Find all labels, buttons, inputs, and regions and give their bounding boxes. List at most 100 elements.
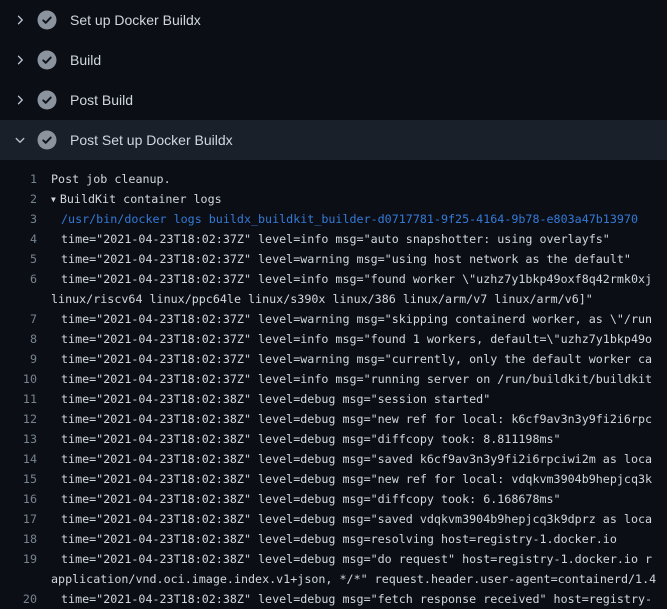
log-line: application/vnd.oci.image.index.v1+json,… <box>0 569 667 589</box>
log-text: Post job cleanup. <box>51 172 171 186</box>
log-text: time="2021-04-23T18:02:38Z" level=debug … <box>61 412 652 426</box>
log-line-text: time="2021-04-23T18:02:38Z" level=debug … <box>37 449 652 469</box>
log-text: application/vnd.oci.image.index.v1+json,… <box>51 572 656 586</box>
log-line-text: time="2021-04-23T18:02:38Z" level=debug … <box>37 589 652 609</box>
log-line-text: time="2021-04-23T18:02:38Z" level=debug … <box>37 409 652 429</box>
log-line: 7 time="2021-04-23T18:02:37Z" level=warn… <box>0 309 667 329</box>
log-line-number[interactable]: 13 <box>0 429 37 449</box>
group-toggle-icon[interactable]: ▼ <box>51 190 56 210</box>
log-text: time="2021-04-23T18:02:37Z" level=info m… <box>61 232 610 246</box>
log-line-text: time="2021-04-23T18:02:37Z" level=info m… <box>37 229 610 249</box>
log-line-number[interactable]: 18 <box>0 529 37 549</box>
step-label: Post Set up Docker Buildx <box>70 132 233 148</box>
log-line: 2 ▼ BuildKit container logs <box>0 189 667 209</box>
log-line-text: time="2021-04-23T18:02:38Z" level=debug … <box>37 529 617 549</box>
log-line: 4 time="2021-04-23T18:02:37Z" level=info… <box>0 229 667 249</box>
log-line-number[interactable]: 19 <box>0 549 37 569</box>
log-line-text: linux/riscv64 linux/ppc64le linux/s390x … <box>37 289 593 309</box>
log-line: 14 time="2021-04-23T18:02:38Z" level=deb… <box>0 449 667 469</box>
log-line-text: time="2021-04-23T18:02:38Z" level=debug … <box>37 469 652 489</box>
log-line: linux/riscv64 linux/ppc64le linux/s390x … <box>0 289 667 309</box>
log-line: 10 time="2021-04-23T18:02:37Z" level=inf… <box>0 369 667 389</box>
log-text: time="2021-04-23T18:02:38Z" level=debug … <box>61 392 490 406</box>
log-line-text: time="2021-04-23T18:02:38Z" level=debug … <box>37 509 652 529</box>
log-line-number[interactable]: 15 <box>0 469 37 489</box>
log-line: 19 time="2021-04-23T18:02:38Z" level=deb… <box>0 549 667 569</box>
log-line-number[interactable]: 11 <box>0 389 37 409</box>
check-circle-icon <box>37 90 57 110</box>
log-line-text: Post job cleanup. <box>37 169 171 189</box>
chevron-right-icon[interactable] <box>12 52 28 68</box>
log-line: 5 time="2021-04-23T18:02:37Z" level=warn… <box>0 249 667 269</box>
log-line-text: application/vnd.oci.image.index.v1+json,… <box>37 569 656 589</box>
step-row[interactable]: Set up Docker Buildx <box>0 0 667 40</box>
log-line: 8 time="2021-04-23T18:02:37Z" level=info… <box>0 329 667 349</box>
log-line: 17 time="2021-04-23T18:02:38Z" level=deb… <box>0 509 667 529</box>
log-text: time="2021-04-23T18:02:37Z" level=warnin… <box>61 252 631 266</box>
log-line-text: time="2021-04-23T18:02:37Z" level=info m… <box>37 269 652 289</box>
log-line-number[interactable]: 14 <box>0 449 37 469</box>
log-line: 15 time="2021-04-23T18:02:38Z" level=deb… <box>0 469 667 489</box>
log-text: time="2021-04-23T18:02:37Z" level=warnin… <box>61 312 652 326</box>
log-line-number[interactable]: 17 <box>0 509 37 529</box>
log-line-text: time="2021-04-23T18:02:38Z" level=debug … <box>37 489 561 509</box>
log-line-text: time="2021-04-23T18:02:38Z" level=debug … <box>37 429 561 449</box>
check-circle-icon <box>37 50 57 70</box>
log-text: time="2021-04-23T18:02:37Z" level=info m… <box>61 332 652 346</box>
check-circle-icon <box>37 130 57 150</box>
chevron-right-icon[interactable] <box>12 12 28 28</box>
log-text: BuildKit container logs <box>60 192 222 206</box>
log-text: linux/riscv64 linux/ppc64le linux/s390x … <box>51 292 593 306</box>
log-line: 6 time="2021-04-23T18:02:37Z" level=info… <box>0 269 667 289</box>
log-line: 16 time="2021-04-23T18:02:38Z" level=deb… <box>0 489 667 509</box>
log-line-text: time="2021-04-23T18:02:37Z" level=warnin… <box>37 249 631 269</box>
steps-list: Set up Docker Buildx Build Post Buil <box>0 0 667 160</box>
log-line-number[interactable]: 7 <box>0 309 37 329</box>
log-text: time="2021-04-23T18:02:37Z" level=warnin… <box>61 352 652 366</box>
log-line-text: time="2021-04-23T18:02:37Z" level=info m… <box>37 369 652 389</box>
log-text: time="2021-04-23T18:02:37Z" level=info m… <box>61 272 652 286</box>
check-circle-icon <box>37 10 57 30</box>
log-line: 9 time="2021-04-23T18:02:37Z" level=warn… <box>0 349 667 369</box>
log-line: 3 /usr/bin/docker logs buildx_buildkit_b… <box>0 209 667 229</box>
log-line-number[interactable]: 9 <box>0 349 37 369</box>
log-line-text: /usr/bin/docker logs buildx_buildkit_bui… <box>37 209 638 229</box>
log-line: 1 Post job cleanup. <box>0 169 667 189</box>
step-label: Build <box>70 52 101 68</box>
log-line-number[interactable]: 2 <box>0 189 37 209</box>
log-text: /usr/bin/docker logs buildx_buildkit_bui… <box>61 212 638 226</box>
log-text: time="2021-04-23T18:02:38Z" level=debug … <box>61 512 652 526</box>
log-line-number[interactable]: 12 <box>0 409 37 429</box>
step-row[interactable]: Build <box>0 40 667 80</box>
log-line: 12 time="2021-04-23T18:02:38Z" level=deb… <box>0 409 667 429</box>
log-line-text[interactable]: ▼ BuildKit container logs <box>37 189 222 209</box>
log-line-number[interactable]: 6 <box>0 269 37 289</box>
log-text: time="2021-04-23T18:02:37Z" level=info m… <box>61 372 652 386</box>
log-line-number[interactable]: 10 <box>0 369 37 389</box>
log-line-number[interactable]: 4 <box>0 229 37 249</box>
log-line-number[interactable]: 5 <box>0 249 37 269</box>
log-line-number[interactable]: 1 <box>0 169 37 189</box>
step-label: Post Build <box>70 92 133 108</box>
log-line-number[interactable]: 16 <box>0 489 37 509</box>
chevron-right-icon[interactable] <box>12 92 28 108</box>
log-line: 18 time="2021-04-23T18:02:38Z" level=deb… <box>0 529 667 549</box>
step-label: Set up Docker Buildx <box>70 12 201 28</box>
log-text: time="2021-04-23T18:02:38Z" level=debug … <box>61 452 652 466</box>
log-line: 13 time="2021-04-23T18:02:38Z" level=deb… <box>0 429 667 449</box>
log-text: time="2021-04-23T18:02:38Z" level=debug … <box>61 472 652 486</box>
step-row[interactable]: Post Build <box>0 80 667 120</box>
log-line-number[interactable]: 20 <box>0 589 37 609</box>
step-row[interactable]: Post Set up Docker Buildx <box>0 120 667 160</box>
log-line: 11 time="2021-04-23T18:02:38Z" level=deb… <box>0 389 667 409</box>
log-line-text: time="2021-04-23T18:02:38Z" level=debug … <box>37 389 490 409</box>
log-line-text: time="2021-04-23T18:02:37Z" level=warnin… <box>37 309 652 329</box>
log-line-text: time="2021-04-23T18:02:37Z" level=warnin… <box>37 349 652 369</box>
log-text: time="2021-04-23T18:02:38Z" level=debug … <box>61 532 617 546</box>
log-text: time="2021-04-23T18:02:38Z" level=debug … <box>61 432 561 446</box>
log-text: time="2021-04-23T18:02:38Z" level=debug … <box>61 552 652 566</box>
log-view: 1 Post job cleanup. 2 ▼ BuildKit containe… <box>0 160 667 609</box>
chevron-down-icon[interactable] <box>12 132 28 148</box>
log-line-number[interactable]: 8 <box>0 329 37 349</box>
log-line-number[interactable]: 3 <box>0 209 37 229</box>
